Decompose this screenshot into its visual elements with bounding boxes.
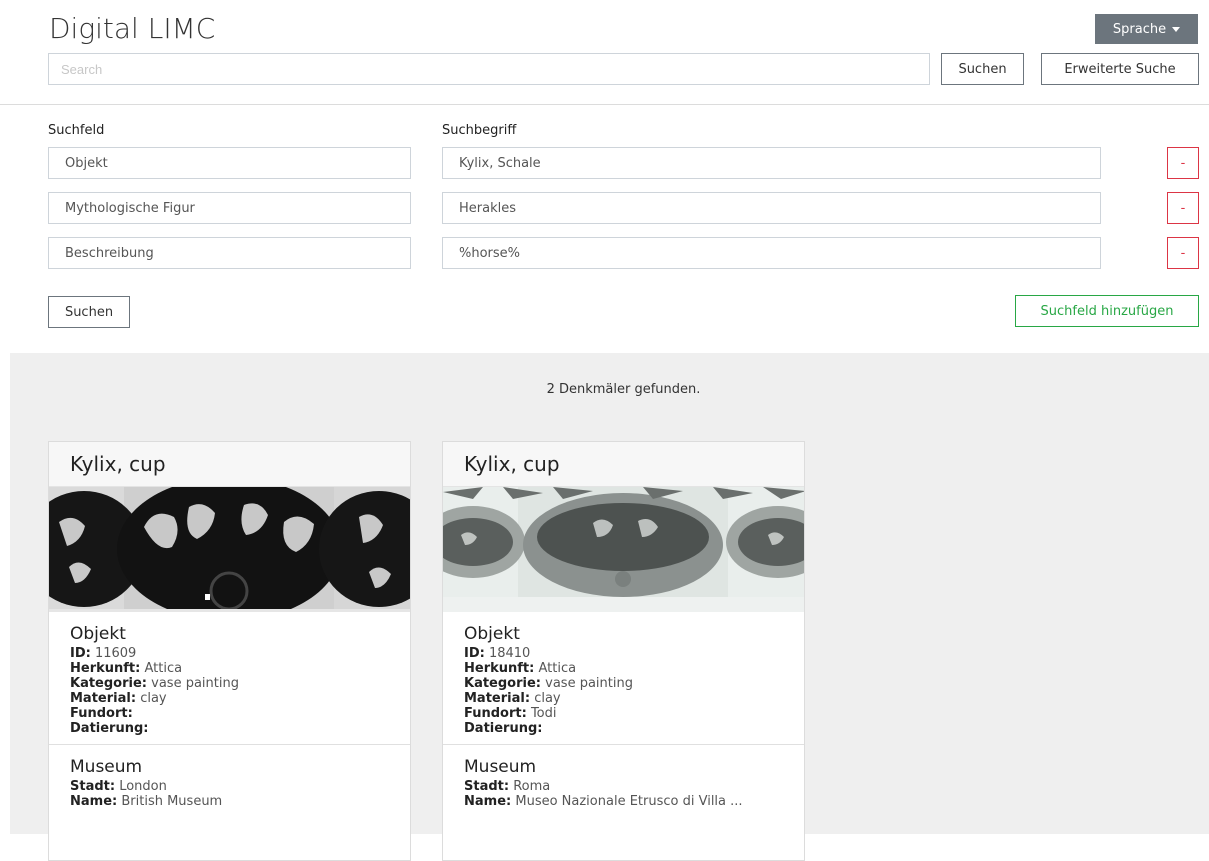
add-search-field-button[interactable]: Suchfeld hinzufügen bbox=[1015, 295, 1199, 327]
card-image[interactable] bbox=[49, 487, 410, 612]
card-title[interactable]: Kylix, cup bbox=[49, 442, 410, 487]
advanced-search-label: Erweiterte Suche bbox=[1064, 61, 1176, 77]
object-heading: Objekt bbox=[464, 624, 520, 644]
museum-name: Name: Museo Nazionale Etrusco di Villa .… bbox=[464, 794, 743, 809]
search-term-input-3[interactable]: %horse% bbox=[442, 237, 1101, 269]
object-fundort: Fundort: bbox=[70, 706, 133, 721]
results-area: 2 Denkmäler gefunden. Kylix, cup Objekt … bbox=[10, 353, 1209, 861]
language-dropdown-button[interactable]: Sprache bbox=[1095, 14, 1198, 44]
result-card-2[interactable]: Kylix, cup Objekt ID: 18410 Herkunft: At… bbox=[442, 441, 805, 861]
museum-section: Museum Stadt: Roma Name: Museo Nazionale… bbox=[443, 745, 804, 817]
app-title: Digital LIMC bbox=[49, 12, 216, 45]
object-material: Material: clay bbox=[70, 691, 167, 706]
search-input[interactable] bbox=[48, 53, 930, 85]
language-button-label: Sprache bbox=[1112, 21, 1167, 37]
search-term-input-1[interactable]: Kylix, Schale bbox=[442, 147, 1101, 179]
museum-stadt: Stadt: London bbox=[70, 779, 167, 794]
object-datierung: Datierung: bbox=[70, 721, 149, 736]
museum-name: Name: British Museum bbox=[70, 794, 223, 809]
term-value: Kylix, Schale bbox=[459, 155, 541, 171]
minus-icon: - bbox=[1180, 155, 1186, 171]
museum-stadt: Stadt: Roma bbox=[464, 779, 551, 794]
top-header: Digital LIMC Sprache Suchen Erweiterte S… bbox=[0, 0, 1209, 105]
advanced-search-panel: Suchfeld Suchbegriff Objekt Kylix, Schal… bbox=[0, 105, 1209, 353]
remove-row-button-3[interactable]: - bbox=[1167, 237, 1199, 269]
search-button[interactable]: Suchen bbox=[941, 53, 1024, 85]
minus-icon: - bbox=[1180, 200, 1186, 216]
object-id: ID: 18410 bbox=[464, 646, 531, 661]
search-field-select-1[interactable]: Objekt bbox=[48, 147, 411, 179]
search-term-input-2[interactable]: Herakles bbox=[442, 192, 1101, 224]
term-value: %horse% bbox=[459, 245, 521, 261]
advanced-search-button[interactable]: Erweiterte Suche bbox=[1041, 53, 1199, 85]
search-field-select-2[interactable]: Mythologische Figur bbox=[48, 192, 411, 224]
field-value: Objekt bbox=[65, 155, 108, 171]
card-image[interactable] bbox=[443, 487, 804, 612]
remove-row-button-1[interactable]: - bbox=[1167, 147, 1199, 179]
object-kategorie: Kategorie: vase painting bbox=[70, 676, 239, 691]
object-kategorie: Kategorie: vase painting bbox=[464, 676, 633, 691]
museum-heading: Museum bbox=[464, 757, 537, 777]
field-value: Mythologische Figur bbox=[65, 200, 195, 216]
search-button-label: Suchen bbox=[958, 61, 1007, 77]
object-datierung: Datierung: bbox=[464, 721, 543, 736]
object-section: Objekt ID: 18410 Herkunft: Attica Katego… bbox=[443, 612, 804, 744]
museum-heading: Museum bbox=[70, 757, 143, 777]
field-value: Beschreibung bbox=[65, 245, 154, 261]
object-fundort: Fundort: Todi bbox=[464, 706, 557, 721]
object-id: ID: 11609 bbox=[70, 646, 137, 661]
museum-section: Museum Stadt: London Name: British Museu… bbox=[49, 745, 410, 817]
advanced-submit-label: Suchen bbox=[64, 304, 114, 320]
card-title[interactable]: Kylix, cup bbox=[443, 442, 804, 487]
result-card-1[interactable]: Kylix, cup Objekt ID: 11609 Herkunft: At… bbox=[48, 441, 411, 861]
object-material: Material: clay bbox=[464, 691, 561, 706]
object-herkunft: Herkunft: Attica bbox=[464, 661, 577, 676]
results-count: 2 Denkmäler gefunden. bbox=[546, 382, 701, 397]
term-value: Herakles bbox=[459, 200, 516, 216]
add-search-field-label: Suchfeld hinzufügen bbox=[1040, 303, 1174, 319]
minus-icon: - bbox=[1180, 245, 1186, 261]
object-heading: Objekt bbox=[70, 624, 126, 644]
object-herkunft: Herkunft: Attica bbox=[70, 661, 183, 676]
advanced-submit-button[interactable]: Suchen bbox=[48, 296, 130, 328]
object-section: Objekt ID: 11609 Herkunft: Attica Katego… bbox=[49, 612, 410, 744]
remove-row-button-2[interactable]: - bbox=[1167, 192, 1199, 224]
term-column-label: Suchbegriff bbox=[442, 123, 517, 138]
chevron-down-icon bbox=[1172, 26, 1181, 32]
search-field-select-3[interactable]: Beschreibung bbox=[48, 237, 411, 269]
field-column-label: Suchfeld bbox=[48, 123, 105, 138]
